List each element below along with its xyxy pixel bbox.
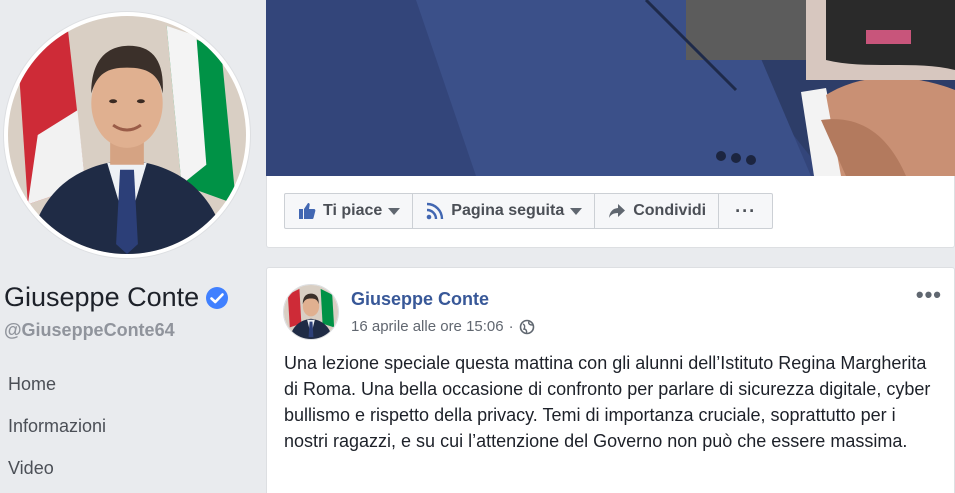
page-title: Giuseppe Conte	[4, 282, 229, 313]
page-handle[interactable]: @GiuseppeConte64	[4, 320, 175, 341]
share-arrow-icon	[607, 201, 627, 221]
post-body-text: Una lezione speciale questa mattina con …	[284, 353, 931, 451]
thumbs-up-icon	[297, 201, 317, 221]
page-action-bar: Ti piace Pagina seguita Condividi ···	[266, 176, 955, 248]
rss-feed-icon	[425, 201, 445, 221]
share-button[interactable]: Condividi	[595, 194, 720, 228]
globe-icon[interactable]	[519, 319, 535, 335]
cover-photo[interactable]	[266, 0, 955, 176]
post-author-avatar[interactable]	[283, 284, 339, 340]
left-column: Giuseppe Conte @GiuseppeConte64 Home Inf…	[0, 0, 262, 493]
post-timestamp[interactable]: 16 aprile alle ore 15:06	[351, 318, 504, 335]
post-avatar-image	[284, 285, 338, 339]
like-button[interactable]: Ti piace	[285, 194, 414, 228]
share-button-label: Condividi	[633, 202, 707, 219]
follow-button-label: Pagina seguita	[451, 202, 565, 219]
profile-picture[interactable]	[4, 12, 250, 258]
verified-badge-icon	[205, 286, 229, 310]
caret-down-icon	[388, 207, 401, 215]
cover-photo-image	[266, 0, 955, 176]
post-card: Giuseppe Conte 16 aprile alle ore 15:06 …	[266, 267, 955, 493]
like-button-label: Ti piace	[323, 202, 383, 219]
post-author-name[interactable]: Giuseppe Conte	[351, 289, 489, 310]
nav-item-informazioni[interactable]: Informazioni	[0, 406, 262, 448]
nav-item-home[interactable]: Home	[0, 364, 262, 406]
follow-button[interactable]: Pagina seguita	[413, 194, 596, 228]
page-action-buttons: Ti piace Pagina seguita Condividi ···	[284, 193, 774, 229]
post-meta: 16 aprile alle ore 15:06 ·	[351, 318, 535, 335]
post-options-menu[interactable]: •••	[916, 282, 942, 308]
more-options-button[interactable]: ···	[719, 194, 772, 228]
page-nav: Home Informazioni Video	[0, 364, 262, 490]
profile-photo-image	[8, 16, 246, 254]
caret-down-icon	[570, 207, 583, 215]
ellipsis-icon: ···	[735, 200, 757, 221]
profile-photo	[8, 16, 246, 254]
nav-item-video[interactable]: Video	[0, 448, 262, 490]
page-name-text: Giuseppe Conte	[4, 282, 200, 312]
meta-separator: ·	[508, 318, 514, 335]
